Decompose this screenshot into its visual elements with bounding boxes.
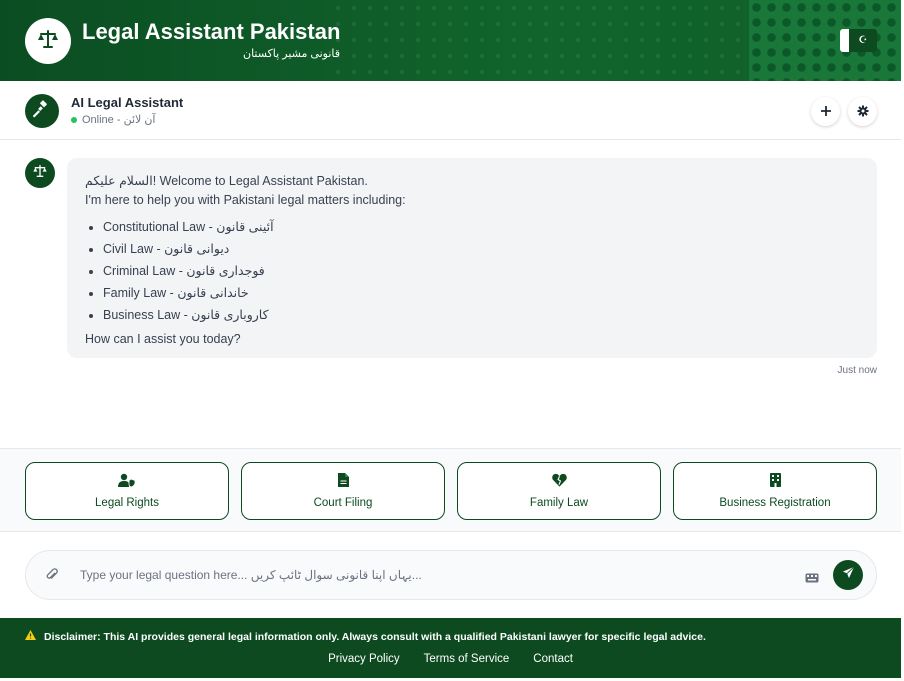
app-subtitle-urdu: قانونی مشیر پاکستان [242,48,340,60]
assistant-name: AI Legal Assistant [71,95,184,110]
app-title: Legal Assistant Pakistan [82,19,341,44]
family-law-button[interactable]: Family Law [457,462,661,520]
message-input[interactable] [80,565,780,585]
plus-icon [820,104,832,120]
message-input-box [25,550,877,600]
user-shield-icon [118,473,136,492]
warning-icon [25,630,36,643]
footer-links: Privacy Policy Terms of Service Contact [0,653,901,665]
quick-action-label: Legal Rights [95,497,159,509]
message-timestamp: Just now [837,365,877,376]
logo [25,18,71,64]
gear-icon [857,104,869,120]
header-pattern [330,0,750,81]
language-toggle-button[interactable]: ☪ [840,29,877,52]
list-item: Family Law - خاندانی قانون [103,282,859,304]
scale-icon [32,163,48,184]
list-item: Constitutional Law - آئینی قانون [103,216,859,238]
terms-of-service-link[interactable]: Terms of Service [424,653,510,665]
footer: Disclaimer: This AI provides general leg… [0,618,901,678]
disclaimer: Disclaimer: This AI provides general leg… [25,630,706,643]
greeting-urdu: السلام علیکم! [85,174,157,188]
keyboard-icon[interactable] [805,570,819,588]
paperclip-icon[interactable] [46,568,58,587]
app-header: Legal Assistant Pakistan قانونی مشیر پاک… [0,0,901,81]
privacy-policy-link[interactable]: Privacy Policy [328,653,400,665]
settings-button[interactable] [848,97,877,126]
crescent-star-icon: ☪ [858,35,868,46]
assistant-avatar [25,94,59,128]
greeting-text: Welcome to Legal Assistant Pakistan. [156,174,368,188]
greeting-line: السلام علیکم! Welcome to Legal Assistant… [85,172,859,191]
business-registration-button[interactable]: Business Registration [673,462,877,520]
building-icon [769,473,781,492]
assistant-bar: AI Legal Assistant Online - آن لائن [0,81,901,140]
document-icon [337,473,349,492]
gavel-icon [32,99,51,123]
assistant-status: Online - آن لائن [71,113,155,126]
law-list: Constitutional Law - آئینی قانون Civil L… [103,216,859,326]
quick-action-label: Court Filing [313,497,373,509]
quick-actions: Legal Rights Court Filing Family Law Bus… [0,448,901,532]
closing-text: How can I assist you today? [85,332,241,346]
list-item: Civil Law - دیوانی قانون [103,238,859,260]
quick-action-label: Business Registration [719,497,831,509]
bot-message: السلام علیکم! Welcome to Legal Assistant… [67,158,877,358]
list-item: Criminal Law - فوجداری قانون [103,260,859,282]
heart-broken-icon [551,473,567,492]
quick-action-label: Family Law [529,497,589,509]
bot-avatar [25,158,55,188]
online-indicator [71,116,77,123]
chat-area[interactable]: السلام علیکم! Welcome to Legal Assistant… [0,140,901,448]
legal-rights-button[interactable]: Legal Rights [25,462,229,520]
header-pattern-right [749,0,901,81]
send-button[interactable] [833,560,863,590]
scale-icon [36,27,60,56]
contact-link[interactable]: Contact [533,653,573,665]
court-filing-button[interactable]: Court Filing [241,462,445,520]
send-icon [842,566,855,584]
assistant-status-text: Online - آن لائن [82,114,156,126]
disclaimer-text: Disclaimer: This AI provides general leg… [44,630,706,643]
new-chat-button[interactable] [811,97,840,126]
intro-text: I'm here to help you with Pakistani lega… [85,193,406,207]
input-area [0,532,901,618]
list-item: Business Law - کاروباری قانون [103,304,859,326]
